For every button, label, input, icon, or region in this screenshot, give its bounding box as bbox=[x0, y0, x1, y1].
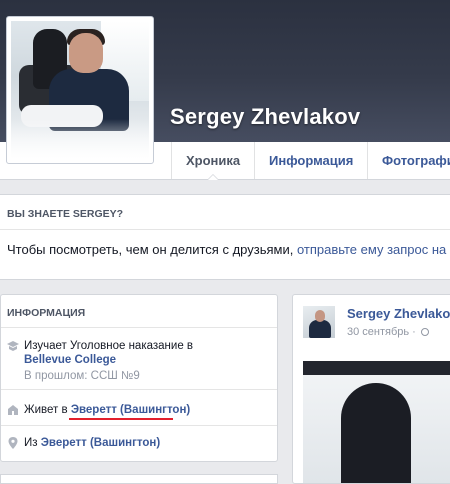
tab-photos[interactable]: Фотографи bbox=[367, 142, 450, 179]
lives-prefix: Живет в bbox=[24, 404, 71, 416]
send-friend-request-link[interactable]: отправьте ему запрос на до bbox=[297, 242, 450, 257]
past-school: В прошлом: ССШ №9 bbox=[24, 370, 140, 382]
post-timestamp[interactable]: 30 сентябрь · bbox=[347, 326, 429, 338]
active-tab-indicator bbox=[207, 174, 220, 180]
about-box-title: ИНФОРМАЦИЯ bbox=[7, 307, 86, 319]
profile-picture[interactable] bbox=[6, 16, 154, 164]
tab-about-label: Информация bbox=[269, 153, 354, 168]
graduation-cap-icon bbox=[7, 341, 19, 351]
house-icon bbox=[8, 405, 18, 415]
post-author-avatar[interactable] bbox=[303, 306, 335, 338]
post-author-name[interactable]: Sergey Zhevlakov bbox=[347, 306, 450, 321]
study-prefix: Изучает Уголовное наказание в bbox=[24, 340, 194, 352]
know-box-message: Чтобы посмотреть, чем он делится с друзь… bbox=[7, 242, 297, 257]
highlight-underline bbox=[69, 418, 173, 420]
profile-name: Sergey Zhevlakov bbox=[170, 104, 361, 129]
divider bbox=[1, 327, 277, 328]
post-photo[interactable] bbox=[303, 361, 450, 483]
divider bbox=[1, 425, 277, 426]
timeline-post: Sergey Zhevlakov 30 сентябрь · bbox=[292, 294, 450, 484]
tab-photos-label: Фотографи bbox=[382, 153, 450, 168]
divider bbox=[0, 229, 450, 230]
info-row-from: Из Эверетт (Вашингтон) bbox=[7, 436, 267, 452]
tab-timeline-label: Хроника bbox=[186, 153, 241, 168]
school-link[interactable]: Bellevue College bbox=[24, 354, 116, 366]
divider bbox=[1, 389, 277, 390]
know-box-title: ВЫ ЗНАЕТЕ SERGEY? bbox=[7, 208, 124, 220]
info-row-lives: Живет в Эверетт (Вашингтон) bbox=[7, 403, 267, 419]
globe-icon bbox=[420, 328, 429, 337]
hometown-link[interactable]: Эверетт (Вашингтон) bbox=[41, 437, 160, 449]
location-pin-icon bbox=[8, 437, 18, 449]
tab-timeline[interactable]: Хроника bbox=[171, 142, 254, 180]
tab-about[interactable]: Информация bbox=[254, 142, 367, 179]
current-city-link[interactable]: Эверетт (Вашингтон) bbox=[71, 404, 190, 416]
next-box bbox=[0, 474, 278, 484]
profile-photo bbox=[11, 21, 149, 159]
post-date-text: 30 сентябрь · bbox=[347, 326, 419, 338]
from-prefix: Из bbox=[24, 437, 41, 449]
know-box-text: Чтобы посмотреть, чем он делится с друзь… bbox=[7, 242, 450, 257]
about-box: ИНФОРМАЦИЯ Изучает Уголовное наказание в… bbox=[0, 294, 278, 462]
friend-request-box: ВЫ ЗНАЕТЕ SERGEY? Чтобы посмотреть, чем … bbox=[0, 194, 450, 280]
info-row-study: Изучает Уголовное наказание в Bellevue C… bbox=[7, 339, 267, 383]
